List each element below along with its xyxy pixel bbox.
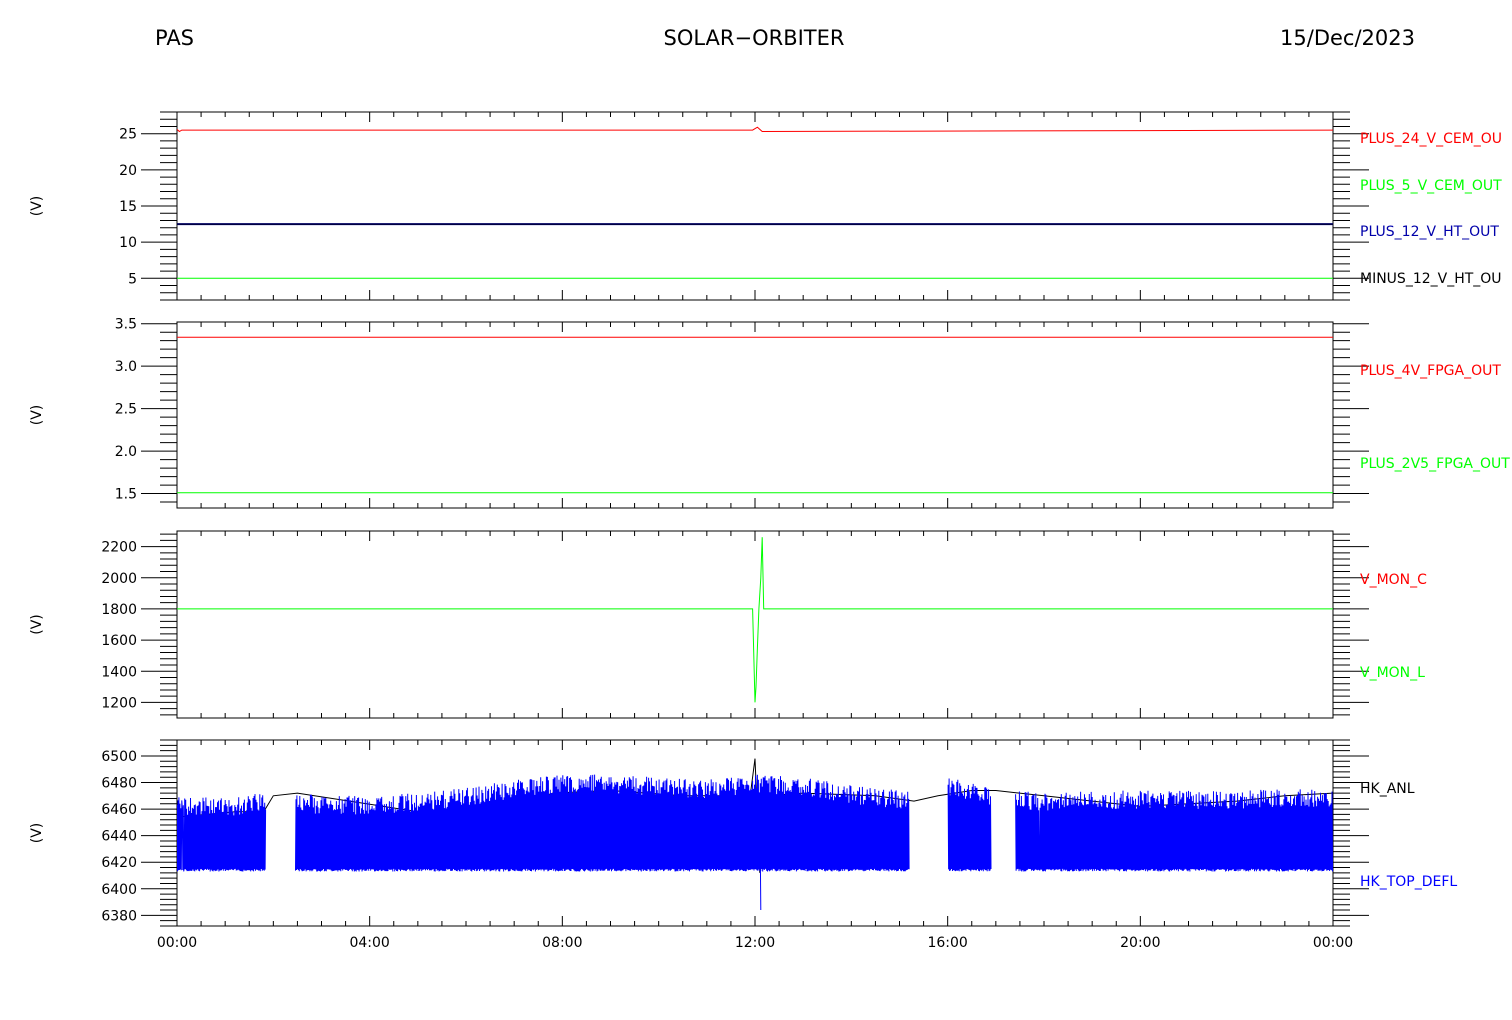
- y-tick-label: 6380: [101, 908, 137, 924]
- y-tick-label: 2200: [101, 540, 137, 556]
- panel-2: 1.5 2.0 2.5 3.0 3.5 (V) PLUS_4V_FPGA_OUT PLUS_2…: [29, 317, 1510, 509]
- y-tick-label: 6400: [101, 882, 137, 898]
- y-tick-label: 1200: [101, 695, 137, 711]
- y-tick-label: 1400: [101, 664, 137, 680]
- panel-frame: [176, 111, 1334, 301]
- legend-plus-4v-fpga-out: PLUS_4V_FPGA_OUT: [1360, 363, 1501, 379]
- legend-plus-2v5-fpga-out: PLUS_2V5_FPGA_OUT: [1360, 456, 1510, 472]
- y-tick-label: 6440: [101, 829, 137, 845]
- y-axis-label: (V): [29, 196, 45, 217]
- plot-area: [177, 758, 1333, 911]
- plot-area: [177, 126, 1333, 279]
- panels: 5 10 15 20 25 (V) PLUS_24_V_CEM_OU PLUS_5_V_CEM…: [29, 111, 1510, 951]
- x-tick-label: 00:00: [1313, 935, 1353, 951]
- series-line-hk-top-defl: [177, 774, 1333, 911]
- y-tick-label: 6420: [101, 855, 137, 871]
- y-tick-label: 3.0: [115, 359, 137, 375]
- panel-4: 6380 6400 6420 6440 6460 6480 6500 (V) HK_ANL HK_…: [29, 739, 1457, 927]
- legend-hk-top-defl: HK_TOP_DEFL: [1360, 874, 1457, 890]
- y-tick-label: 15: [119, 199, 137, 215]
- plot-area: [177, 336, 1333, 494]
- y-tick-label: 6460: [101, 802, 137, 818]
- legend-plus-5-v-cem-out: PLUS_5_V_CEM_OUT: [1360, 178, 1502, 194]
- y-tick-label: 20: [119, 163, 137, 179]
- y-tick-label: 1.5: [115, 487, 137, 503]
- panel-frame: [176, 321, 1334, 509]
- y-tick-label: 2.0: [115, 444, 137, 460]
- series-line-plus-24-v-cem-out: [177, 126, 1333, 133]
- y-tick-label: 5: [128, 271, 137, 287]
- y-axis-label: (V): [29, 823, 45, 844]
- y-tick-label: 10: [119, 235, 137, 251]
- x-tick-label: 04:00: [349, 935, 389, 951]
- x-tick-label: 08:00: [542, 935, 582, 951]
- y-tick-label: 1800: [101, 602, 137, 618]
- date-label: 15/Dec/2023: [1280, 26, 1415, 50]
- y-axis-label: (V): [29, 405, 45, 426]
- legend-hk-anl: HK_ANL: [1360, 781, 1415, 797]
- x-tick-label: 16:00: [927, 935, 967, 951]
- legend-minus-12-v-ht-out: MINUS_12_V_HT_OU: [1360, 271, 1502, 287]
- y-tick-label: 3.5: [115, 317, 137, 333]
- y-tick-label: 1600: [101, 633, 137, 649]
- y-tick-label: 25: [119, 127, 137, 143]
- y-tick-label: 6480: [101, 776, 137, 792]
- x-tick-label: 20:00: [1120, 935, 1160, 951]
- y-tick-label: 2000: [101, 571, 137, 587]
- y-tick-label: 6500: [101, 749, 137, 765]
- plot-area: [177, 537, 1333, 703]
- instrument-label: PAS: [155, 26, 194, 50]
- chart-canvas: PAS SOLAR−ORBITER 15/Dec/2023 5 10 15 20 25 (…: [29, 26, 1510, 951]
- legend-v-mon-l: V_MON_L: [1360, 665, 1425, 681]
- panel-3: 1200 1400 1600 1800 2000 2200 (V) V_MON_C V_MON_…: [29, 530, 1427, 719]
- x-tick-label: 00:00: [157, 935, 197, 951]
- mission-title: SOLAR−ORBITER: [663, 26, 844, 50]
- y-tick-label: 2.5: [115, 402, 137, 418]
- legend-plus-24-v-cem-out: PLUS_24_V_CEM_OU: [1360, 131, 1502, 147]
- legend-plus-12-v-ht-out: PLUS_12_V_HT_OUT: [1360, 224, 1499, 240]
- panel-1: 5 10 15 20 25 (V) PLUS_24_V_CEM_OU PLUS_5_V_CEM…: [29, 111, 1502, 301]
- series-line-v-mon-l: [177, 537, 1333, 703]
- legend-v-mon-c: V_MON_C: [1360, 572, 1427, 588]
- x-tick-label: 12:00: [735, 935, 775, 951]
- y-axis-label: (V): [29, 614, 45, 635]
